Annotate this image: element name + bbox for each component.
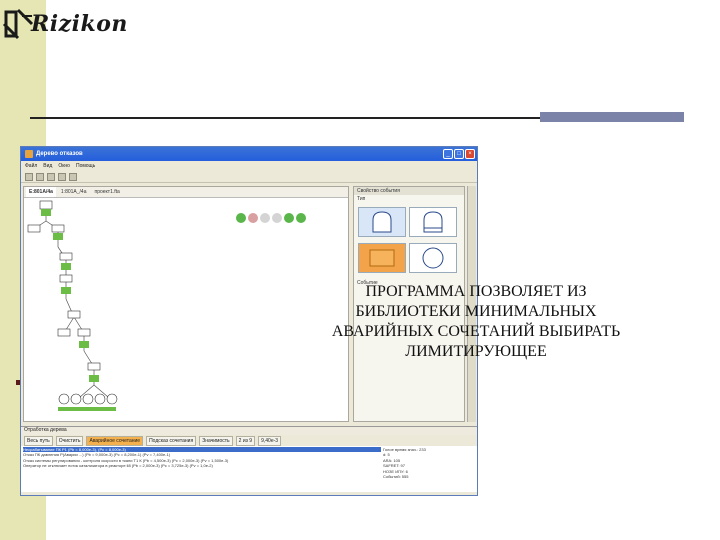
app-icon	[25, 150, 33, 158]
property-panel-title: Свойство события	[354, 187, 464, 195]
tab-hint-combination[interactable]: Подсказ сочетания	[146, 435, 197, 446]
and-gate-icon	[423, 211, 443, 233]
tree-basic-events	[58, 393, 118, 411]
tab-significance[interactable]: Значимость	[199, 435, 233, 446]
tree-gate-nodes	[27, 200, 101, 382]
tab-emergency-combination[interactable]: Аварийное сочетание	[86, 435, 144, 446]
menu-help[interactable]: Помощь	[76, 163, 95, 169]
menu-file[interactable]: Файл	[25, 163, 37, 169]
combination-counter: 2 из 9	[235, 435, 256, 446]
caption-line: ПРОГРАММА ПОЗВОЛЯЕТ ИЗ	[365, 283, 587, 300]
doc-tab-2[interactable]: 1:801A_/4a	[58, 187, 90, 197]
gate-or-option[interactable]	[358, 207, 406, 237]
doc-tab-1[interactable]: E:801A/4a	[26, 187, 56, 197]
close-icon[interactable]: ×	[465, 149, 475, 159]
analysis-panel-title: Отработка дерева	[21, 427, 477, 435]
probability-value-field[interactable]: 9,40e-3	[258, 435, 282, 446]
gate-and-option[interactable]	[409, 207, 457, 237]
fault-tree-diagram	[27, 200, 118, 411]
paste-node-icon[interactable]	[272, 213, 282, 223]
rectangle-event-icon	[369, 249, 395, 267]
slide-overlay-caption: ПРОГРАММА ПОЗВОЛЯЕТ ИЗ БИБЛИОТЕКИ МИНИМА…	[270, 282, 682, 362]
window-controls: _ □ ×	[443, 149, 477, 159]
open-folder-icon[interactable]	[36, 172, 44, 181]
event-rect-option[interactable]	[358, 243, 406, 273]
tab-clear[interactable]: Очистить	[55, 435, 84, 446]
remove-node-icon[interactable]	[248, 213, 258, 223]
app-title: Дерево отказов	[36, 151, 83, 157]
arrow-right-icon[interactable]	[296, 213, 306, 223]
add-node-icon[interactable]	[236, 213, 246, 223]
analysis-stats: Голое время знач.: 233 d: 5 ARA: 105 SAF…	[383, 447, 475, 479]
save-icon[interactable]	[47, 172, 55, 181]
title-rule	[30, 117, 540, 119]
caption-line: АВАРИЙНЫХ СОЧЕТАНИЙ ВЫБИРАТЬ	[331, 323, 621, 340]
event-shape-row	[356, 241, 462, 275]
menu-window[interactable]: Окно	[58, 163, 70, 169]
copy-node-icon[interactable]	[260, 213, 270, 223]
gate-shape-row	[356, 205, 462, 239]
or-gate-icon	[372, 211, 392, 233]
minimize-icon[interactable]: _	[443, 149, 453, 159]
print-icon[interactable]	[58, 172, 66, 181]
export-icon[interactable]	[69, 172, 77, 181]
tab-full-path[interactable]: Весь путь	[24, 435, 53, 446]
menu-bar: Файл Вид Окно Помощь	[21, 161, 477, 171]
circle-event-icon	[422, 247, 444, 269]
doc-tab-3[interactable]: проект1.fta	[92, 187, 123, 197]
event-circle-option[interactable]	[409, 243, 457, 273]
menu-view[interactable]: Вид	[43, 163, 52, 169]
caption-line: ЛИМИТИРУЮЩЕЕ	[405, 343, 547, 360]
document-tabs: E:801A/4a 1:801A_/4a проект1.fta	[24, 187, 348, 198]
toolbar	[21, 171, 477, 183]
property-type-label: Тип	[357, 196, 366, 202]
new-file-icon[interactable]	[25, 172, 33, 181]
stat-line: Событий: 555	[383, 474, 409, 480]
log-line[interactable]: Оператор не отключает поток катализатора…	[23, 463, 381, 468]
tree-edit-controls	[236, 213, 306, 223]
analysis-toolbar: Весь путь Очистить Аварийное сочетание П…	[21, 435, 477, 446]
caption-line: БИБЛИОТЕКИ МИНИМАЛЬНЫХ	[355, 303, 597, 320]
rizikon-logo-mark-icon	[2, 8, 34, 40]
combination-log: Несрабатывание ПК P1 (Pb = 8,000e-3), (P…	[23, 447, 381, 469]
title-rule-accent	[540, 112, 684, 122]
maximize-icon[interactable]: □	[454, 149, 464, 159]
rizikon-logo-text: Rizikon	[31, 11, 128, 37]
app-titlebar: Дерево отказов _ □ ×	[21, 147, 477, 161]
arrow-left-icon[interactable]	[284, 213, 294, 223]
rizikon-logo: Rizikon	[2, 6, 128, 42]
analysis-panel: Отработка дерева Весь путь Очистить Авар…	[21, 426, 477, 492]
